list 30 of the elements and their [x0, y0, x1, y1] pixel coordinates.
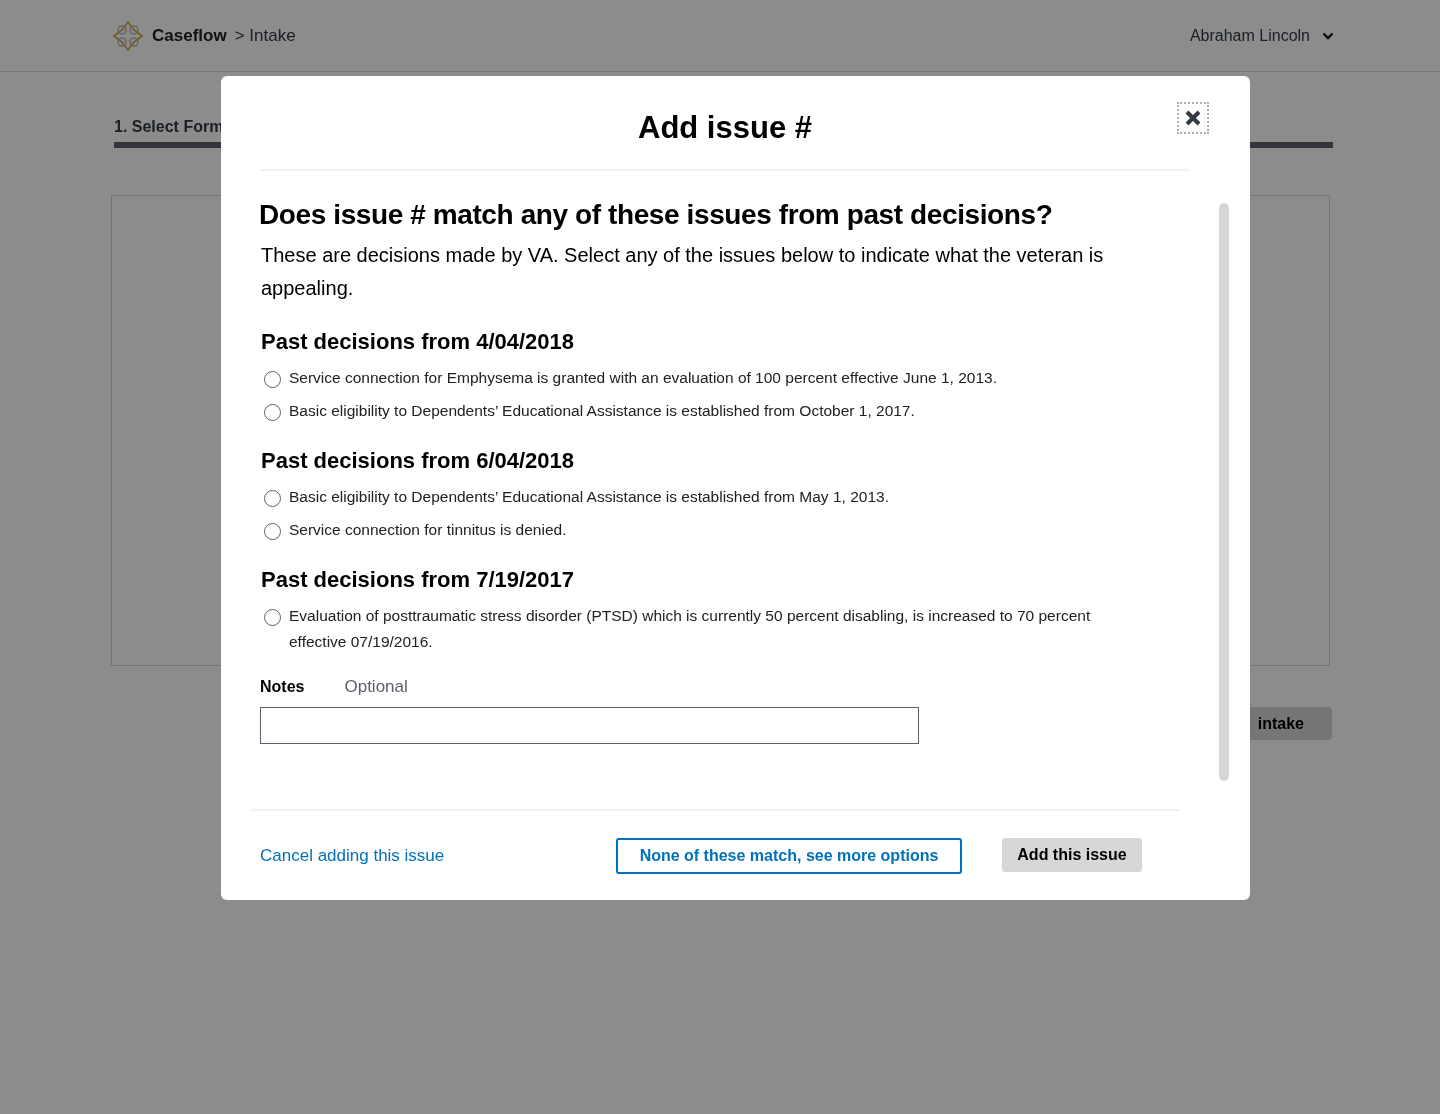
user-menu[interactable]: Abraham Lincoln: [1189, 26, 1334, 45]
close-icon: [1185, 110, 1201, 126]
radio-button[interactable]: [264, 404, 281, 421]
modal-title: Add issue #: [638, 109, 812, 146]
issue-label[interactable]: Basic eligibility to Dependents’ Educational Assistance is established from May 1, 2013.: [289, 484, 889, 510]
issue-label[interactable]: Service connection for tinnitus is denied.: [289, 517, 567, 543]
issue-label[interactable]: Service connection for Emphysema is granted with an evaluation of 100 percent effective June 1, 2013.: [289, 365, 997, 391]
more-options-button[interactable]: None of these match, see more options: [616, 838, 962, 874]
scrollbar[interactable]: [1219, 203, 1229, 781]
question-heading: Does issue # match any of these issues from past decisions?: [259, 199, 1054, 231]
section-heading: Past decisions from 7/19/2017: [261, 567, 576, 593]
breadcrumb: > Intake: [234, 25, 296, 46]
notes-field[interactable]: [260, 707, 919, 744]
radio-button[interactable]: [264, 523, 281, 540]
app-name[interactable]: Caseflow: [152, 25, 227, 46]
section-heading: Past decisions from 6/04/2018: [261, 448, 576, 474]
cancel-link[interactable]: Cancel adding this issue: [260, 846, 445, 866]
radio-button[interactable]: [264, 490, 281, 507]
optional-hint: Optional: [344, 677, 408, 697]
radio-button[interactable]: [264, 371, 281, 388]
radio-button[interactable]: [264, 609, 281, 626]
intro-text: These are decisions made by VA. Select any of the issues below to indicate what the veteran is appealing.: [261, 243, 1105, 301]
close-button[interactable]: [1177, 102, 1209, 134]
issue-label[interactable]: Evaluation of posttraumatic stress disorder (PTSD) which is currently 50 percent disabling, is increased to 70 percent effective 07/19/2016.: [289, 603, 1119, 655]
notes-label: Notes: [260, 678, 305, 696]
chevron-down-icon: [1322, 31, 1334, 40]
section-heading: Past decisions from 4/04/2018: [261, 329, 576, 355]
logo-icon: [112, 19, 144, 52]
issue-label[interactable]: Basic eligibility to Dependents’ Educational Assistance is established from October 1, 2017.: [289, 398, 915, 424]
add-issue-button[interactable]: Add this issue: [1002, 838, 1142, 872]
